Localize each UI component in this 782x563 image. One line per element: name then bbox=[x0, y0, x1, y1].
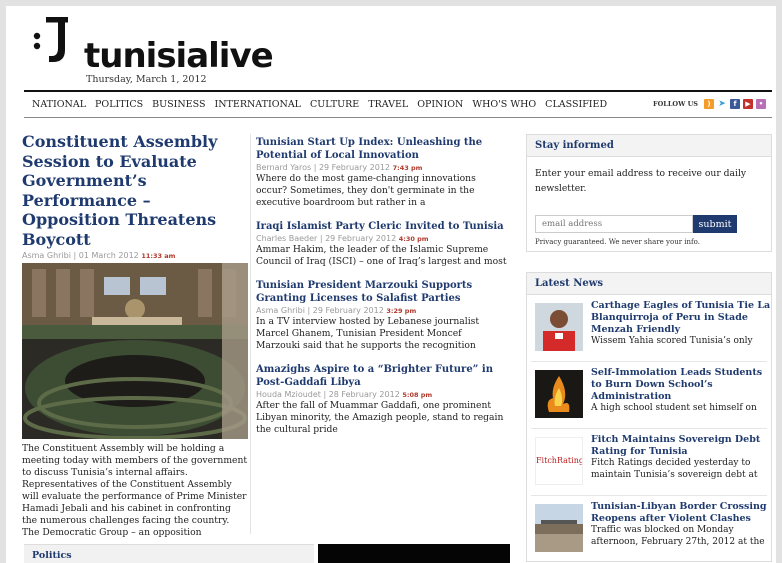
story-summary: After the fall of Muammar Gaddafi, one p… bbox=[256, 400, 504, 435]
follow-us: FOLLOW US ) ➤ f ▶ • bbox=[653, 99, 766, 109]
nav-item-national[interactable]: NATIONAL bbox=[32, 99, 86, 110]
follow-us-label: FOLLOW US bbox=[652, 100, 698, 108]
latest-news-item: FitchRatings Fitch Maintains Sovereign D… bbox=[531, 429, 767, 496]
main-nav: NATIONAL POLITICS BUSINESS INTERNATIONAL CUL… bbox=[24, 90, 772, 118]
lead-story-time: 11:33 am bbox=[141, 252, 176, 260]
email-field[interactable] bbox=[535, 215, 693, 233]
newsletter-heading: Stay informed bbox=[527, 135, 771, 157]
nav-item-international[interactable]: INTERNATIONAL bbox=[214, 99, 301, 110]
rss-icon[interactable]: ) bbox=[704, 99, 714, 109]
latest-news-item: Self-Immolation Leads Students to Burn D… bbox=[531, 362, 767, 429]
lead-story-author: Asma Ghribi | 01 March 2012 bbox=[22, 251, 139, 260]
story-byline: Asma Ghribi | 29 February 2012 3:29 pm bbox=[256, 306, 508, 315]
story-author: Houda Mzioudet | 28 February 2012 bbox=[256, 390, 400, 399]
news-summary: Wissem Yahia scored Tunisia’s only bbox=[591, 336, 753, 346]
site-name: tunisialive bbox=[84, 36, 274, 76]
lead-story-byline: Asma Ghribi | 01 March 2012 11:33 am bbox=[22, 251, 248, 260]
tunisialive-logo-icon bbox=[33, 17, 68, 62]
news-summary: A high school student set himself on bbox=[591, 403, 757, 413]
newsletter-text: Enter your email address to receive our … bbox=[535, 168, 747, 194]
news-title[interactable]: Fitch Maintains Sovereign Debt Rating fo… bbox=[591, 434, 771, 458]
submit-button[interactable]: submit bbox=[693, 215, 737, 233]
nav-item-opinion[interactable]: OPINION bbox=[417, 99, 463, 110]
story-summary: Ammar Hakim, the leader of the Islamic S… bbox=[256, 244, 507, 267]
current-date: Thursday, March 1, 2012 bbox=[86, 74, 207, 85]
nav-items: NATIONAL POLITICS BUSINESS INTERNATIONAL CUL… bbox=[32, 99, 616, 110]
border-crossing-image bbox=[535, 504, 583, 552]
nav-item-culture[interactable]: CULTURE bbox=[310, 99, 359, 110]
newsletter-box: Stay informed Enter your email address t… bbox=[526, 134, 772, 252]
news-thumbnail[interactable]: FitchRatings bbox=[535, 437, 583, 485]
dark-banner bbox=[318, 544, 510, 563]
story-item: Tunisian Start Up Index: Unleashing the … bbox=[256, 136, 508, 209]
story-time: 7:43 pm bbox=[392, 164, 423, 172]
lead-story-summary: The Constituent Assembly will be holding… bbox=[22, 443, 248, 538]
story-title[interactable]: Tunisian President Marzouki Supports Gra… bbox=[256, 279, 508, 305]
privacy-note: Privacy guaranteed. We never share your … bbox=[535, 238, 700, 246]
story-author: Asma Ghribi | 29 February 2012 bbox=[256, 306, 384, 315]
fire-image bbox=[535, 370, 583, 418]
story-author: Charles Baeder | 29 February 2012 bbox=[256, 234, 397, 243]
twitter-icon[interactable]: ➤ bbox=[717, 99, 727, 109]
news-thumbnail[interactable] bbox=[535, 370, 583, 418]
story-time: 3:29 pm bbox=[386, 307, 417, 315]
story-time: 5:08 pm bbox=[402, 391, 433, 399]
story-title[interactable]: Tunisian Start Up Index: Unleashing the … bbox=[256, 136, 508, 162]
news-thumbnail[interactable] bbox=[535, 303, 583, 351]
assembly-photo-image bbox=[22, 263, 248, 439]
story-item: Tunisian President Marzouki Supports Gra… bbox=[256, 279, 508, 352]
facebook-icon[interactable]: f bbox=[730, 99, 740, 109]
football-player-image bbox=[535, 303, 583, 351]
news-summary: Traffic was blocked on Monday afternoon,… bbox=[591, 525, 765, 547]
lead-story-title[interactable]: Constituent Assembly Session to Evaluate… bbox=[22, 132, 248, 249]
story-byline: Charles Baeder | 29 February 2012 4:30 p… bbox=[256, 234, 508, 243]
politics-section-heading[interactable]: Politics bbox=[24, 544, 314, 563]
story-byline: Bernard Yaros | 29 February 2012 7:43 pm bbox=[256, 163, 508, 172]
nav-item-who-s-who[interactable]: WHO'S WHO bbox=[472, 99, 536, 110]
story-item: Amazighs Aspire to a “Brighter Future” i… bbox=[256, 363, 508, 436]
latest-news-item: Carthage Eagles of Tunisia Tie La Blanqu… bbox=[531, 295, 770, 362]
latest-news-heading: Latest News bbox=[527, 273, 771, 295]
story-title[interactable]: Amazighs Aspire to a “Brighter Future” i… bbox=[256, 363, 508, 389]
story-item: Iraqi Islamist Party Cleric Invited to T… bbox=[256, 220, 508, 268]
latest-news-item: Tunisian-Libyan Border Crossing Reopens … bbox=[531, 496, 767, 563]
nav-item-business[interactable]: BUSINESS bbox=[152, 99, 205, 110]
lead-story: Constituent Assembly Session to Evaluate… bbox=[22, 132, 248, 539]
column-divider bbox=[250, 134, 251, 534]
newsletter-form: submit bbox=[535, 215, 737, 233]
story-author: Bernard Yaros | 29 February 2012 bbox=[256, 163, 391, 172]
story-time: 4:30 pm bbox=[398, 235, 429, 243]
story-byline: Houda Mzioudet | 28 February 2012 5:08 p… bbox=[256, 390, 508, 399]
news-title[interactable]: Self-Immolation Leads Students to Burn D… bbox=[591, 367, 771, 403]
news-summary: Fitch Ratings decided yesterday to maint… bbox=[591, 458, 758, 480]
news-title[interactable]: Carthage Eagles of Tunisia Tie La Blanqu… bbox=[591, 300, 771, 336]
fitch-ratings-logo: FitchRatings bbox=[536, 456, 583, 465]
latest-news-box: Latest News Carthage Eagles of Tunisia T… bbox=[526, 272, 772, 562]
nav-item-politics[interactable]: POLITICS bbox=[95, 99, 143, 110]
youtube-icon[interactable]: ▶ bbox=[743, 99, 753, 109]
story-list: Tunisian Start Up Index: Unleashing the … bbox=[256, 136, 508, 447]
nav-item-classified[interactable]: CLASSIFIED bbox=[545, 99, 607, 110]
news-title[interactable]: Tunisian-Libyan Border Crossing Reopens … bbox=[591, 501, 771, 525]
story-summary: In a TV interview hosted by Lebanese jou… bbox=[256, 316, 480, 351]
flickr-icon[interactable]: • bbox=[756, 99, 766, 109]
story-title[interactable]: Iraqi Islamist Party Cleric Invited to T… bbox=[256, 220, 508, 233]
story-summary: Where do the most game-changing innovati… bbox=[256, 173, 476, 208]
assembly-session-photo[interactable] bbox=[22, 263, 248, 439]
news-thumbnail[interactable] bbox=[535, 504, 583, 552]
nav-item-travel[interactable]: TRAVEL bbox=[368, 99, 408, 110]
page: tunisialive Thursday, March 1, 2012 NATI… bbox=[6, 6, 776, 563]
